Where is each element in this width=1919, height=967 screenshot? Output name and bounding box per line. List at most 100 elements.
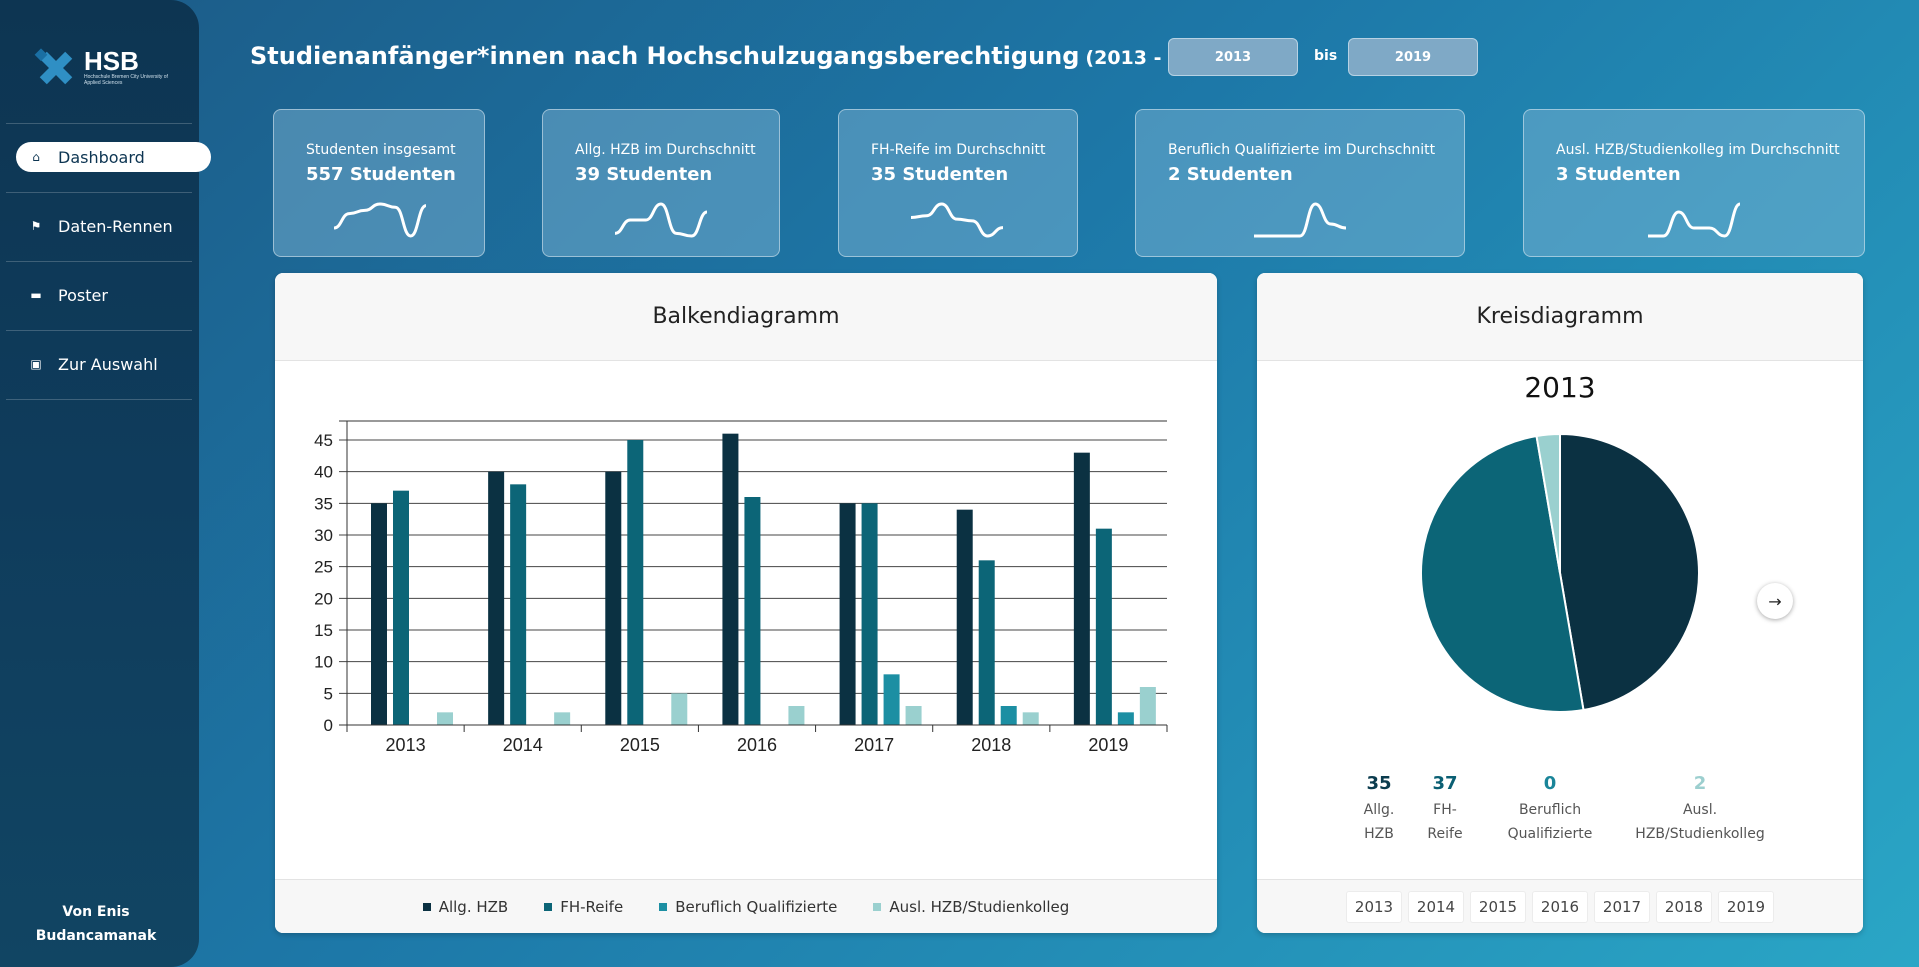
from-year-select[interactable]: 2013 [1168,38,1298,76]
kpi-card-allg-hzb: Allg. HZB im Durchschnitt 39 Studenten [542,109,780,257]
pie-stat-label: Ausl. [1682,802,1718,818]
kpi-value: 557 Studenten [306,164,456,185]
nav-divider [6,192,192,193]
kpi-card-total: Studenten insgesamt 557 Studenten [273,109,485,257]
page-title: Studienanfänger*innen nach Hochschulzuga… [250,42,1230,70]
bar [905,706,922,725]
nav-divider [6,261,192,262]
legend-label: Beruflich Qualifizierte [675,897,838,916]
logo-text: HSB [84,46,139,76]
x-tick-label: 2016 [737,735,777,755]
kpi-value: 35 Studenten [871,164,1009,185]
legend-item[interactable]: Ausl. HZB/Studienkolleg [873,898,1069,916]
bar-chart-panel: Balkendiagramm 0 5 10 15 20 25 30 35 40 45 2013 201… [275,273,1217,933]
x-tick-label: 2017 [854,735,894,755]
sidebar-item-dashboard[interactable]: ⌂ Dashboard [16,142,211,172]
year-chip[interactable]: 2016 [1532,890,1588,923]
page-title-text: Studienanfänger*innen nach Hochschulzuga… [250,42,1080,70]
pie-stat-label: Beruflich [1518,802,1582,818]
legend-item[interactable]: FH-Reife [544,898,623,916]
kpi-label: Beruflich Qualifizierte im Durchschnitt [1168,142,1436,158]
sparkline-path [1254,202,1347,238]
year-chip[interactable]: 2019 [1718,890,1774,923]
x-tick-label: 2019 [1088,735,1128,755]
author-credit: Von Enis Budancamanak [0,900,192,948]
kpi-card-ausl: Ausl. HZB/Studienkolleg im Durchschnitt … [1523,109,1865,257]
bar [1000,706,1017,725]
sparkline-path [333,202,427,238]
bar [978,560,995,725]
bar [861,503,878,725]
pie-stat-allg-hzb: 35 Allg. HZB [1349,773,1409,846]
kpi-value: 39 Studenten [575,164,713,185]
pie-stat-fh-reife: 37 FH- Reife [1415,773,1475,846]
sparkline-path [910,202,1004,238]
x-tick-label: 2013 [386,735,426,755]
kpi-sparkline [1648,202,1741,238]
kpi-card-fh-reife: FH-Reife im Durchschnitt 35 Studenten [838,109,1078,257]
next-year-button[interactable]: → [1757,583,1793,619]
bar [393,490,409,725]
bar [1095,528,1112,725]
bar [1022,712,1039,725]
pie-year-label: 2013 [1524,371,1596,404]
y-tick-label: 30 [314,526,333,545]
range-separator: bis [1314,48,1338,64]
bar [437,712,453,725]
nav-divider [6,330,192,331]
legend-label: Allg. HZB [438,897,509,916]
pie-stat-beruflich: 0 Beruflich Qualifizierte [1495,773,1605,846]
bar-chart-legend: Allg. HZB FH-Reife Beruflich Qualifizierte… [275,879,1217,933]
legend-item[interactable]: Allg. HZB [422,897,509,916]
sparkline-path [1648,202,1741,238]
bar [488,471,505,725]
year-chip[interactable]: 2014 [1408,890,1464,923]
kpi-sparkline [333,202,427,238]
hsb-logo[interactable]: HSB Hochschule Bremen City University of… [34,44,174,94]
kpi-card-beruflich: Beruflich Qualifizierte im Durchschnitt … [1135,109,1465,257]
bar-chart: 0 5 10 15 20 25 30 35 40 45 2013 2014 2015 2016 2017 20… [314,420,1168,755]
nav-divider [6,123,192,124]
bar [510,484,527,725]
bar [744,497,761,725]
bar [671,693,688,725]
chart-icon: ▣ [30,357,42,371]
sidebar-item-daten-rennen[interactable]: ⚑ Daten-Rennen [16,211,211,241]
logo-mark-icon [34,48,73,85]
bar-chart-title: Balkendiagramm [275,273,1217,361]
y-tick-label: 40 [314,463,333,482]
kpi-sparkline [910,202,1004,238]
legend-swatch [544,902,553,911]
year-chip[interactable]: 2015 [1470,890,1526,923]
sidebar-item-label: Zur Auswahl [58,354,158,374]
x-tick-label: 2015 [620,735,660,755]
clapperboard-icon: ▬ [30,288,42,302]
sidebar-item-poster[interactable]: ▬ Poster [16,280,211,310]
pie-slice[interactable] [1559,433,1700,712]
y-tick-label: 15 [314,621,333,640]
legend-item[interactable]: Beruflich Qualifizierte [659,898,837,916]
to-year-select[interactable]: 2019 [1348,38,1478,76]
sidebar-item-label: Poster [58,285,108,305]
kpi-sparkline [1254,202,1347,238]
y-tick-label: 0 [324,716,333,735]
bar [605,471,622,725]
pie-chart-title: Kreisdiagramm [1257,273,1863,361]
bar [1073,452,1090,725]
pie-stat-label: Allg. [1363,802,1395,818]
flag-icon: ⚑ [30,219,42,233]
pie-stat-label: HZB/Studienkolleg [1635,826,1765,842]
year-chip[interactable]: 2013 [1346,890,1402,923]
y-tick-label: 20 [314,589,333,608]
year-chip[interactable]: 2017 [1594,890,1650,923]
legend-swatch [659,902,668,911]
sidebar-item-zur-auswahl[interactable]: ▣ Zur Auswahl [16,349,211,379]
x-tick-label: 2014 [503,735,543,755]
bar [371,503,387,725]
y-tick-label: 35 [314,494,333,513]
pie-stat-label: HZB [1364,826,1394,842]
year-chip[interactable]: 2018 [1656,890,1712,923]
bar [722,433,739,725]
legend-swatch [422,902,431,911]
bar [627,440,644,725]
